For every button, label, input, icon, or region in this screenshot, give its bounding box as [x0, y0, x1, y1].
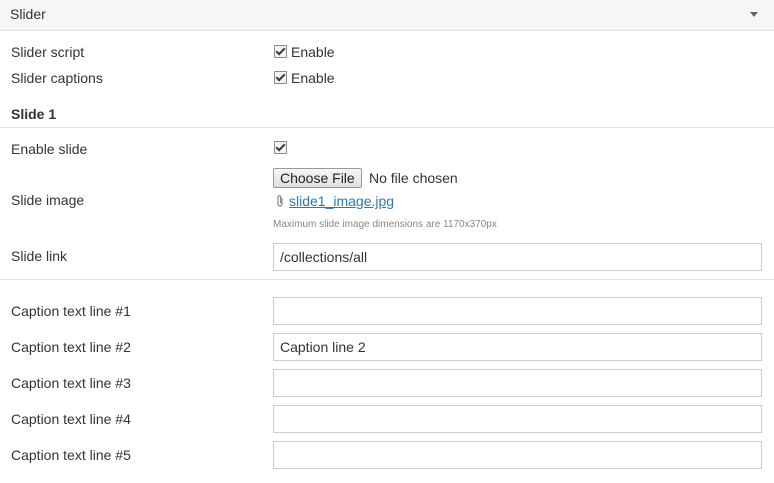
caption-line-4-input[interactable]	[273, 405, 762, 433]
slider-script-enable-label[interactable]: Enable	[291, 44, 335, 60]
slider-captions-enable-label[interactable]: Enable	[291, 70, 335, 86]
enable-slide-label: Enable slide	[11, 141, 88, 157]
section-header[interactable]: Slider	[0, 0, 774, 31]
image-dimensions-hint: Maximum slide image dimensions are 1170x…	[273, 219, 497, 230]
caption-line-3-input[interactable]	[273, 369, 762, 397]
divider	[0, 279, 774, 280]
slider-captions-checkbox[interactable]	[274, 71, 287, 84]
enable-slide-checkbox[interactable]	[274, 141, 287, 154]
divider	[0, 127, 774, 128]
slider-script-checkbox[interactable]	[274, 45, 287, 58]
caption-line-4-label: Caption text line #4	[11, 411, 131, 427]
section-title: Slider	[10, 6, 46, 22]
slide-image-label: Slide image	[11, 192, 85, 208]
chevron-down-icon[interactable]	[750, 12, 758, 17]
file-status-text: No file chosen	[369, 170, 458, 186]
caption-line-2-input[interactable]: Caption line 2	[273, 333, 762, 361]
choose-file-button[interactable]: Choose File	[273, 168, 362, 188]
caption-line-1-input[interactable]	[273, 297, 762, 325]
caption-line-1-label: Caption text line #1	[11, 303, 131, 319]
caption-line-5-input[interactable]	[273, 441, 762, 469]
current-file-link[interactable]: slide1_image.jpg	[289, 193, 394, 209]
caption-line-2-label: Caption text line #2	[11, 339, 131, 355]
slide-link-label: Slide link	[11, 248, 68, 264]
slider-script-label: Slider script	[11, 44, 85, 60]
paperclip-icon	[277, 195, 283, 207]
slide-link-input[interactable]: /collections/all	[273, 243, 762, 271]
slider-captions-label: Slider captions	[11, 70, 103, 86]
caption-line-3-label: Caption text line #3	[11, 375, 131, 391]
slide-heading: Slide 1	[11, 106, 57, 122]
caption-line-5-label: Caption text line #5	[11, 447, 131, 463]
